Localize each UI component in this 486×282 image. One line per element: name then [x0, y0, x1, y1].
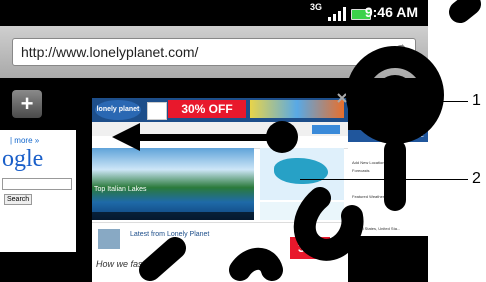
add-tab-button[interactable]: + [12, 90, 42, 118]
map-landmass [274, 158, 328, 184]
side-promo [260, 202, 344, 220]
left-tab-logo: ogle [2, 146, 44, 172]
callout-number-2: 2 [472, 170, 481, 187]
right-tab-line: Featured Weather [352, 194, 385, 199]
story-ad: 30% [290, 237, 330, 259]
right-tab-line: Forecasts [352, 168, 370, 173]
flag-icon [147, 102, 167, 120]
callout-number-1: 1 [472, 92, 481, 109]
callout-marker-1 [358, 96, 368, 106]
left-tab-search-button: Search [4, 194, 33, 205]
right-tab-header: AccuWe [348, 130, 428, 142]
story-title: Latest from Lonely Planet [130, 231, 210, 238]
hero-caption: Top Italian Lakes [94, 186, 147, 193]
story-section: Latest from Lonely Planet How we fashion… [92, 222, 348, 282]
story-subtitle: How we fashion... [96, 259, 168, 269]
callout-line-1 [360, 101, 468, 102]
signal-strength-icon [328, 7, 346, 21]
right-tab-line: United States, United Sta... [352, 226, 401, 231]
right-tab-line: Add New Location [352, 160, 385, 165]
status-time: 9:46 AM [364, 4, 418, 20]
hero-pager [92, 212, 254, 220]
left-tab-links: | more » [10, 136, 40, 145]
url-field[interactable]: http://www.lonelyplanet.com/ [12, 38, 416, 66]
tab-thumbnail-left[interactable]: | more » ogle Search [0, 130, 76, 252]
callout-line-2 [300, 179, 468, 180]
close-tab-icon[interactable] [336, 92, 348, 104]
refresh-icon[interactable] [393, 43, 409, 59]
sale-banner: 30% OFF SALE [168, 100, 246, 134]
site-logo: lonely planet [95, 100, 141, 120]
left-tab-search-box [2, 178, 72, 190]
network-3g-icon: 3G [309, 2, 322, 12]
status-bar: 3G 9:46 AM [0, 0, 428, 26]
story-thumbnail [98, 229, 120, 249]
banner-image [250, 100, 344, 118]
site-header: lonely planet 30% OFF SALE [92, 98, 348, 134]
swipe-left-arrow-icon [112, 121, 298, 153]
phone-screen: 3G 9:46 AM http://www.lonelyplanet.com/ … [0, 0, 428, 282]
site-search-button [312, 125, 340, 134]
hero-image [92, 148, 254, 220]
browser-toolbar: http://www.lonelyplanet.com/ [0, 26, 428, 78]
url-text: http://www.lonelyplanet.com/ [21, 44, 199, 60]
tab-thumbnail-right[interactable]: AccuWe Add New Location Forecasts Featur… [348, 130, 428, 236]
